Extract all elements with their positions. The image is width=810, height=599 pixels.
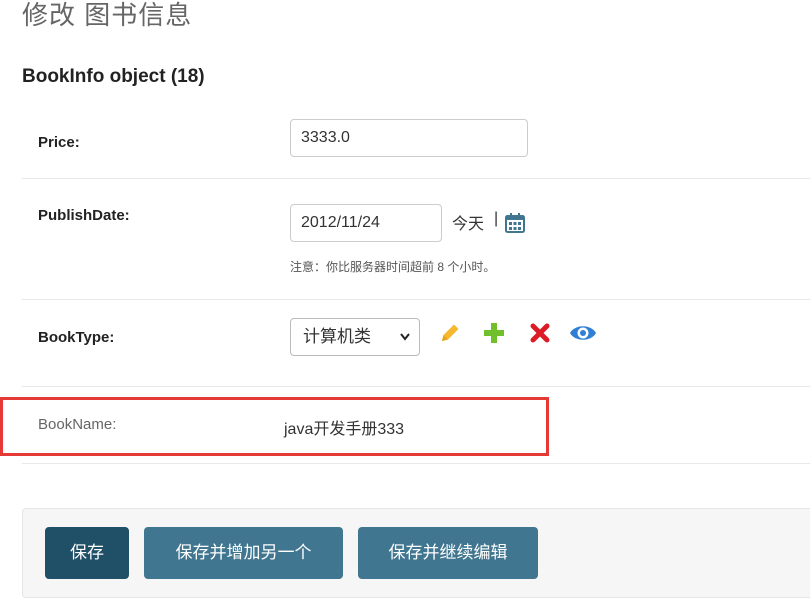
- timezone-warning: 注意：你比服务器时间超前 8 个小时。: [290, 260, 496, 274]
- booktype-selected-value: 计算机类: [303, 327, 371, 346]
- highlight-annotation-box: [0, 397, 549, 456]
- calendar-icon[interactable]: [504, 212, 526, 234]
- chevron-down-icon: [399, 319, 411, 369]
- price-label: Price:: [38, 134, 80, 151]
- booktype-select[interactable]: 计算机类: [290, 318, 420, 356]
- pencil-icon[interactable]: [438, 321, 462, 345]
- price-input[interactable]: 3333.0: [290, 119, 528, 157]
- shortcut-separator: |: [494, 210, 499, 227]
- page-title: 修改 图书信息: [22, 0, 193, 30]
- form-row-price: Price: 3333.0: [22, 108, 810, 179]
- today-link[interactable]: 今天: [452, 210, 484, 234]
- save-and-continue-button[interactable]: 保存并继续编辑: [358, 527, 538, 579]
- save-button[interactable]: 保存: [45, 527, 129, 579]
- submit-row: 保存 保存并增加另一个 保存并继续编辑: [22, 508, 810, 598]
- eye-icon[interactable]: [568, 320, 598, 346]
- publishdate-input[interactable]: 2012/11/24: [290, 204, 442, 242]
- delete-x-icon[interactable]: [528, 321, 552, 345]
- form-row-booktype: BookType: 计算机类: [22, 300, 810, 387]
- save-and-add-another-button[interactable]: 保存并增加另一个: [144, 527, 343, 579]
- form-row-publishdate: PublishDate: 2012/11/24 今天 | 注意：你比服务器时间超…: [22, 179, 810, 300]
- publishdate-label: PublishDate:: [38, 207, 130, 224]
- plus-icon[interactable]: [482, 321, 506, 345]
- fieldset-title: BookInfo object (18): [22, 66, 205, 87]
- booktype-label: BookType:: [38, 329, 115, 346]
